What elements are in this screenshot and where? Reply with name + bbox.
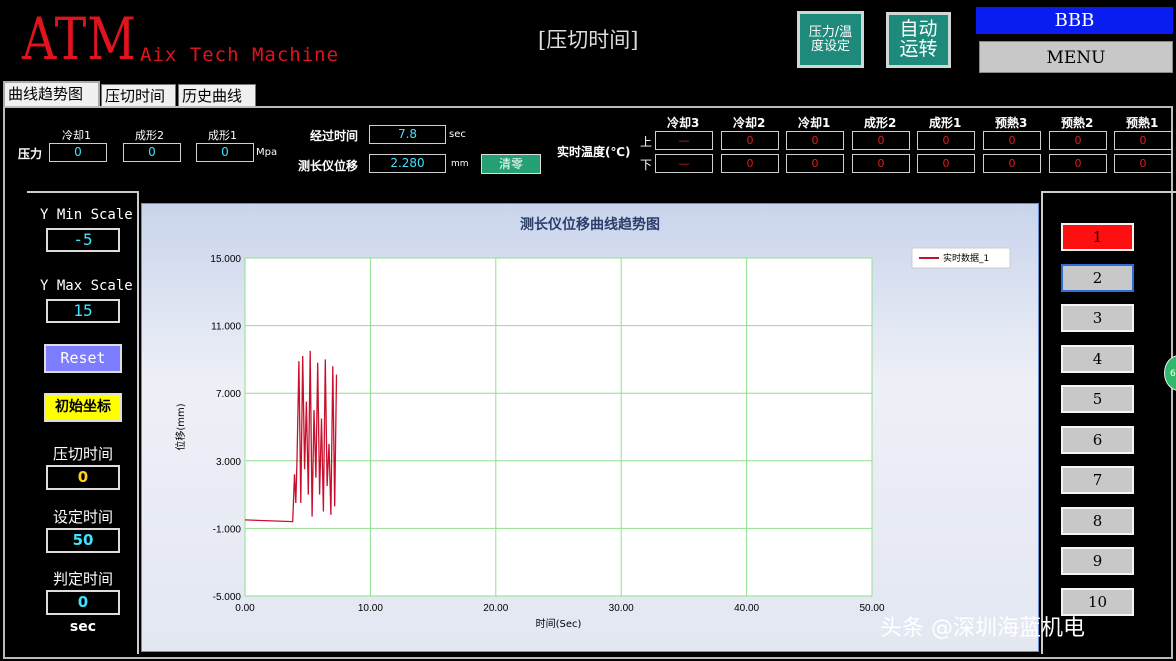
reset-button[interactable]: Reset: [44, 344, 122, 373]
tab-curve-trend[interactable]: 曲线趋势图: [3, 81, 100, 106]
pressure-temp-settings-button[interactable]: 压力/温 度设定: [797, 11, 864, 68]
y-tick-label: -5.000: [213, 592, 242, 603]
temperature-upper-field: 0: [1114, 131, 1172, 150]
y-axis-label: 位移(mm): [174, 403, 187, 450]
temperature-column-label: 冷却2: [733, 116, 766, 130]
pressure-forming2-field[interactable]: 0: [123, 143, 181, 162]
displacement-unit: mm: [451, 159, 469, 169]
temperature-upper-field: 0: [983, 131, 1041, 150]
tab-press-time[interactable]: 压切时间: [101, 84, 176, 106]
temperature-column-label: 成形2: [864, 116, 897, 130]
pressure-forming2-label: 成形2: [135, 129, 164, 142]
temperature-upper-field: 0: [786, 131, 844, 150]
y-min-scale-input[interactable]: -5: [46, 228, 120, 252]
pressure-forming1-label: 成形1: [208, 129, 237, 142]
y-tick-label: 15.000: [210, 254, 241, 265]
pressure-label: 压力: [18, 147, 43, 161]
temperature-upper-field: —: [655, 131, 713, 150]
channel-button-5[interactable]: 5: [1061, 385, 1134, 413]
chart-title: 测长仪位移曲线趋势图: [520, 216, 660, 233]
judge-time-field[interactable]: 0: [46, 590, 120, 615]
temperature-lower-field: 0: [1049, 154, 1107, 173]
temperature-upper-label: 上: [640, 135, 653, 149]
logo-subtitle: Aix Tech Machine: [140, 44, 340, 66]
temperature-lower-label: 下: [640, 158, 653, 172]
y-min-scale-label: Y Min Scale: [40, 207, 133, 223]
x-tick-label: 40.00: [734, 603, 759, 614]
temperature-column-label: 预熱3: [995, 116, 1028, 130]
right-panel: [1041, 191, 1176, 654]
y-tick-label: 3.000: [216, 457, 241, 468]
temperature-column-label: 预熱2: [1061, 116, 1094, 130]
pressure-temp-settings-label: 压力/温 度设定: [808, 24, 853, 54]
temperature-upper-field: 0: [721, 131, 779, 150]
temperature-label: 实时温度(℃): [557, 145, 631, 159]
temperature-column-label: 成形1: [929, 116, 962, 130]
clear-button[interactable]: 清零: [481, 154, 541, 174]
press-time-field: 0: [46, 465, 120, 490]
set-time-label: 设定时间: [52, 508, 113, 526]
temperature-column-label: 冷却3: [667, 116, 700, 130]
plot-area: [244, 257, 873, 597]
legend-entry: 实时数据_1: [943, 252, 989, 264]
x-tick-label: 20.00: [483, 603, 508, 614]
x-axis-label: 时间(Sec): [536, 617, 582, 630]
temperature-column-label: 预熱1: [1126, 116, 1159, 130]
pressure-unit: Mpa: [256, 147, 278, 158]
channel-button-8[interactable]: 8: [1061, 506, 1134, 535]
x-tick-label: 0.00: [235, 603, 255, 614]
displacement-field: 2.280: [369, 154, 446, 173]
pressure-cooling1-label: 冷却1: [62, 129, 91, 142]
chart-panel: 0.00 10.00 20.00 30.00 40.00 50.00 15.000 11.00…: [141, 203, 1039, 652]
channel-button-4[interactable]: 4: [1061, 344, 1134, 373]
init-coordinates-button[interactable]: 初始坐标: [44, 393, 122, 422]
x-tick-label: 10.00: [358, 603, 383, 614]
temperature-column-label: 冷却1: [798, 116, 831, 130]
temperature-lower-field: 0: [852, 154, 910, 173]
y-max-scale-label: Y Max Scale: [40, 278, 133, 294]
temperature-lower-field: 0: [721, 154, 779, 173]
y-tick-label: 7.000: [216, 389, 241, 400]
pressure-cooling1-field[interactable]: 0: [49, 143, 107, 162]
user-label: BBB: [976, 7, 1173, 34]
y-max-scale-input[interactable]: 15: [46, 299, 120, 323]
temperature-lower-field: 0: [983, 154, 1041, 173]
channel-button-1[interactable]: 1: [1061, 223, 1134, 251]
temperature-lower-field: 0: [786, 154, 844, 173]
auto-run-label: 自动 运转: [899, 18, 938, 60]
channel-button-9[interactable]: 9: [1061, 547, 1134, 575]
temperature-lower-field: 0: [917, 154, 975, 173]
channel-button-2[interactable]: 2: [1061, 263, 1134, 292]
displacement-chart: 0.00 10.00 20.00 30.00 40.00 50.0015.00011.00…: [174, 216, 1011, 630]
elapsed-time-field: 7.8: [369, 125, 446, 144]
screen-title: [压切时间]: [538, 28, 639, 52]
channel-button-3[interactable]: 3: [1061, 304, 1134, 332]
y-tick-label: 11.000: [211, 322, 241, 333]
judge-time-label: 判定时间: [52, 570, 113, 588]
watermark: 头条 @深圳海蓝机电: [880, 616, 1085, 641]
displacement-label: 测长仪位移: [298, 159, 359, 173]
pressure-forming1-field[interactable]: 0: [196, 143, 254, 162]
auto-run-button[interactable]: 自动 运转: [886, 12, 951, 68]
x-tick-label: 30.00: [609, 603, 634, 614]
temperature-lower-field: —: [655, 154, 713, 173]
elapsed-time-label: 经过时间: [310, 129, 359, 143]
temperature-upper-field: 0: [852, 131, 910, 150]
time-unit-label: sec: [69, 619, 97, 635]
temperature-lower-field: 0: [1114, 154, 1172, 173]
temperature-upper-field: 0: [1049, 131, 1107, 150]
press-time-label: 压切时间: [52, 445, 113, 463]
channel-button-7[interactable]: 7: [1061, 466, 1134, 494]
set-time-field[interactable]: 50: [46, 528, 120, 553]
elapsed-time-unit: sec: [449, 129, 466, 140]
tab-history-curve[interactable]: 历史曲线: [178, 84, 256, 106]
temperature-upper-field: 0: [917, 131, 975, 150]
channel-button-6[interactable]: 6: [1061, 425, 1134, 454]
y-tick-label: -1.000: [213, 524, 242, 535]
menu-button[interactable]: MENU: [979, 41, 1173, 73]
atm-logo: ATM: [22, 5, 137, 73]
